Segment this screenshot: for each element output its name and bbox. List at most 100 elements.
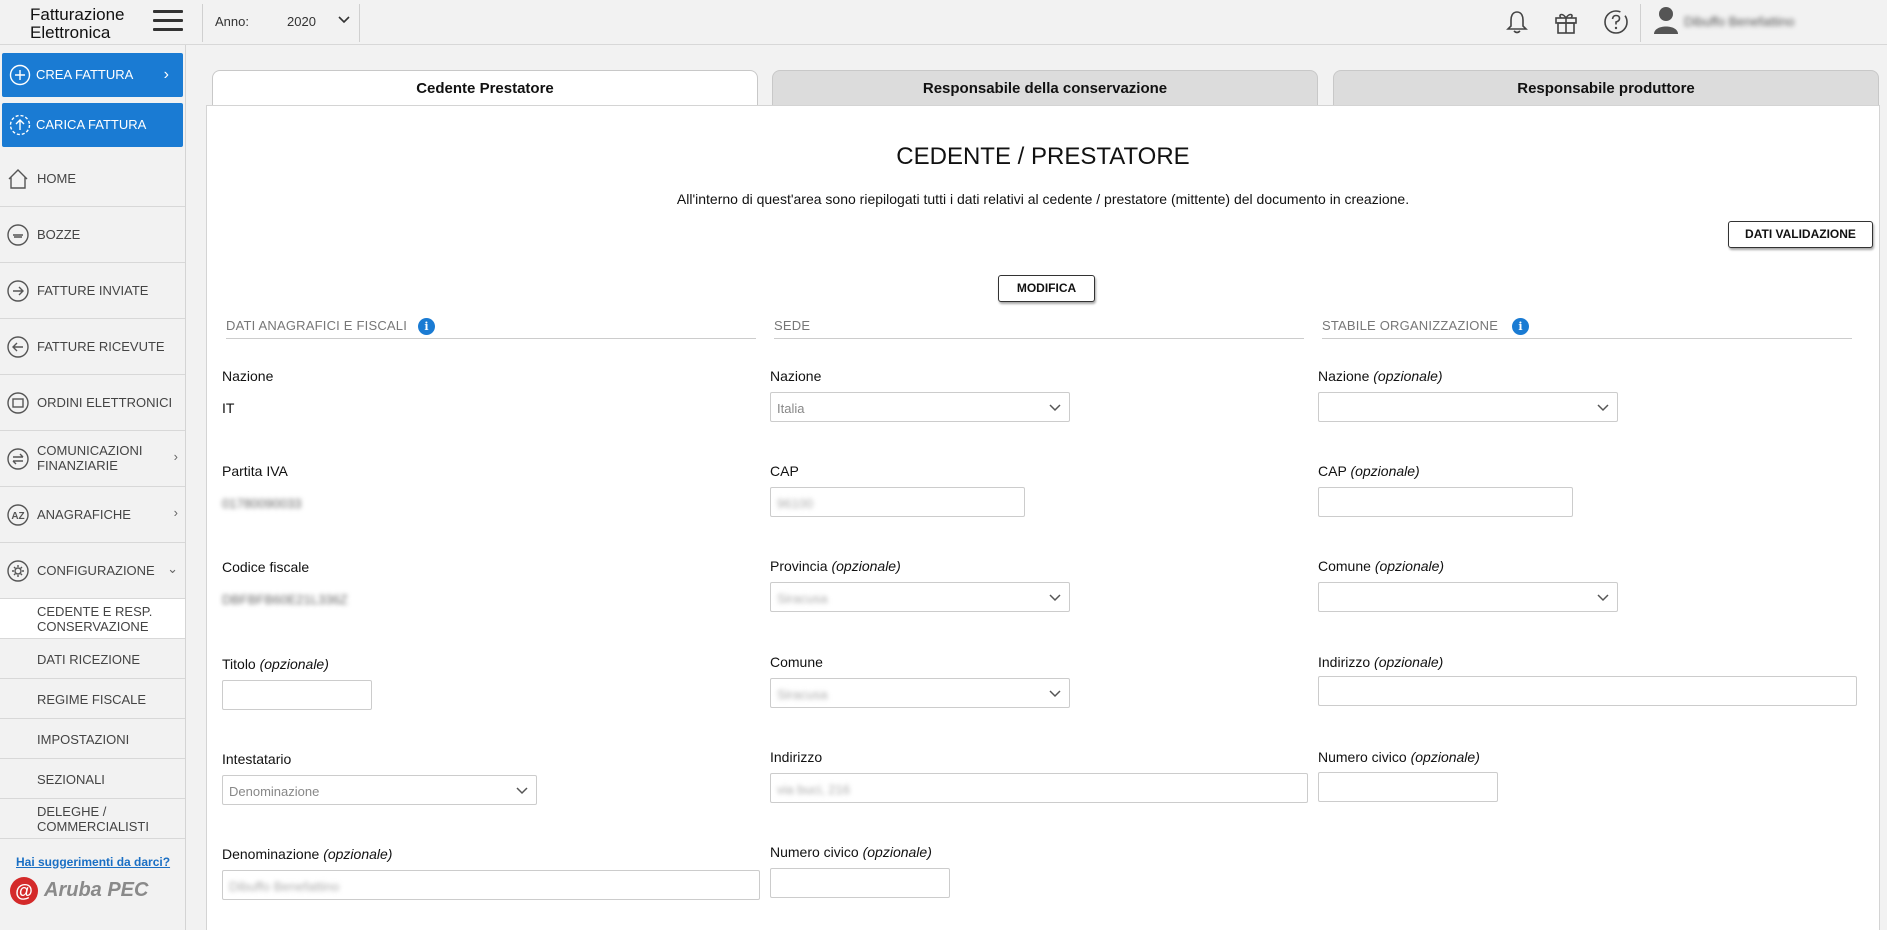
section-header-stabile: STABILE ORGANIZZAZIONE bbox=[1322, 318, 1499, 333]
sidebar-subitem-label: CEDENTE E RESP. CONSERVAZIONE bbox=[37, 604, 153, 634]
section-header-sede: SEDE bbox=[774, 318, 811, 333]
upload-invoice-button[interactable]: CARICA FATTURA bbox=[2, 103, 183, 147]
sidebar-item-comunicazioni[interactable]: COMUNICAZIONI FINANZIARIE › bbox=[0, 431, 185, 487]
sidebar-item-label: ORDINI ELETTRONICI bbox=[37, 395, 173, 410]
year-select[interactable]: 2020 bbox=[287, 14, 316, 29]
sede-indirizzo-label: Indirizzo bbox=[770, 749, 823, 765]
sidebar-item-fatture-ricevute[interactable]: FATTURE RICEVUTE bbox=[0, 319, 185, 375]
sidebar-subitem-impostazioni[interactable]: IMPOSTAZIONI bbox=[0, 719, 185, 759]
intestatario-value: Denominazione bbox=[229, 784, 320, 799]
sede-nazione-label: Nazione bbox=[770, 368, 822, 384]
stabile-cap-field[interactable] bbox=[1318, 487, 1573, 517]
tab-responsabile-conservazione[interactable]: Responsabile della conservazione bbox=[772, 70, 1318, 106]
chevron-down-icon bbox=[1049, 404, 1061, 412]
chevron-right-icon: › bbox=[163, 66, 169, 83]
create-invoice-button[interactable]: CREA FATTURA › bbox=[2, 53, 183, 97]
modifica-button[interactable]: MODIFICA bbox=[998, 275, 1095, 302]
sidebar-subitem-dati-ricezione[interactable]: DATI RICEZIONE bbox=[0, 639, 185, 679]
partita-iva-value: 01780090033 bbox=[222, 496, 302, 511]
orders-icon bbox=[7, 392, 29, 414]
sede-indirizzo-field[interactable]: via buci, 216 bbox=[770, 773, 1308, 803]
info-icon[interactable]: i bbox=[1512, 318, 1529, 335]
app-logo[interactable]: Fatturazione Elettronica bbox=[30, 6, 125, 42]
sede-nazione-value: Italia bbox=[777, 401, 805, 416]
sidebar-subitem-sezionali[interactable]: SEZIONALI bbox=[0, 759, 185, 799]
info-icon[interactable]: i bbox=[418, 318, 435, 335]
main-panel bbox=[206, 105, 1880, 930]
user-name[interactable]: Dibuffo Benefattino bbox=[1684, 14, 1794, 29]
chevron-down-icon[interactable] bbox=[336, 12, 352, 28]
stabile-civico-field[interactable] bbox=[1318, 772, 1498, 802]
user-avatar-icon[interactable] bbox=[1652, 4, 1680, 36]
titolo-field[interactable] bbox=[222, 680, 372, 710]
bell-icon[interactable] bbox=[1503, 8, 1531, 36]
tab-responsabile-produttore[interactable]: Responsabile produttore bbox=[1333, 70, 1879, 106]
dati-validazione-button[interactable]: DATI VALIDAZIONE bbox=[1728, 221, 1873, 248]
chevron-right-icon: › bbox=[173, 449, 178, 464]
chevron-down-icon bbox=[1049, 594, 1061, 602]
stabile-comune-select[interactable] bbox=[1318, 582, 1618, 612]
exchange-icon bbox=[7, 448, 29, 470]
gear-icon bbox=[7, 560, 29, 582]
drafts-icon bbox=[7, 224, 29, 246]
upload-invoice-label: CARICA FATTURA bbox=[36, 117, 147, 132]
sidebar-subitem-label: DELEGHE / COMMERCIALISTI bbox=[37, 804, 149, 834]
page-description: All'interno di quest'area sono riepiloga… bbox=[676, 191, 1410, 207]
section-header-anagrafici: DATI ANAGRAFICI E FISCALI bbox=[226, 318, 408, 333]
tab-cedente-prestatore[interactable]: Cedente Prestatore bbox=[212, 70, 758, 107]
sidebar-item-fatture-inviate[interactable]: FATTURE INVIATE bbox=[0, 263, 185, 319]
svg-text:AZ: AZ bbox=[11, 511, 24, 522]
sede-indirizzo-value: via buci, 216 bbox=[777, 782, 850, 797]
gift-icon[interactable] bbox=[1552, 8, 1580, 36]
sidebar-item-bozze[interactable]: BOZZE bbox=[0, 207, 185, 263]
sede-cap-value: 96100 bbox=[777, 496, 814, 511]
home-icon bbox=[8, 169, 28, 189]
sent-icon bbox=[7, 280, 29, 302]
sede-comune-select[interactable]: Siracusa bbox=[770, 678, 1070, 708]
top-bar: Fatturazione Elettronica Anno: 2020 Dibu… bbox=[0, 0, 1887, 45]
aruba-seal-icon: @ bbox=[10, 877, 38, 905]
sidebar-item-label: FATTURE INVIATE bbox=[37, 283, 149, 298]
sede-cap-field[interactable]: 96100 bbox=[770, 487, 1025, 517]
stabile-indirizzo-label: Indirizzo (opzionale) bbox=[1318, 654, 1444, 670]
svg-text:@: @ bbox=[15, 881, 33, 901]
divider bbox=[359, 4, 360, 42]
sidebar-item-ordini[interactable]: ORDINI ELETTRONICI bbox=[0, 375, 185, 431]
denominazione-field[interactable]: Dibuffo Benefattino bbox=[222, 870, 760, 900]
denominazione-value: Dibuffo Benefattino bbox=[229, 879, 340, 894]
stabile-comune-label: Comune (opzionale) bbox=[1318, 558, 1445, 574]
sidebar-subitem-deleghe[interactable]: DELEGHE / COMMERCIALISTI bbox=[0, 799, 185, 839]
chevron-down-icon bbox=[1597, 404, 1609, 412]
nazione-label: Nazione bbox=[222, 368, 274, 384]
sidebar-subitem-regime-fiscale[interactable]: REGIME FISCALE bbox=[0, 679, 185, 719]
sede-comune-label: Comune bbox=[770, 654, 823, 670]
sidebar-item-label: FATTURE RICEVUTE bbox=[37, 339, 165, 354]
sidebar-item-label: CONFIGURAZIONE bbox=[37, 563, 155, 578]
hamburger-menu-icon[interactable] bbox=[153, 10, 183, 34]
chevron-down-icon bbox=[1049, 690, 1061, 698]
intestatario-select[interactable]: Denominazione bbox=[222, 775, 537, 805]
sidebar: CREA FATTURA › CARICA FATTURA HOME BOZZE… bbox=[0, 45, 186, 930]
titolo-label: Titolo (opzionale) bbox=[222, 656, 329, 672]
sede-civico-field[interactable] bbox=[770, 868, 950, 898]
sede-provincia-label: Provincia (opzionale) bbox=[770, 558, 901, 574]
received-icon bbox=[7, 336, 29, 358]
sede-nazione-select[interactable]: Italia bbox=[770, 392, 1070, 422]
sidebar-item-configurazione[interactable]: CONFIGURAZIONE ⌄ bbox=[0, 543, 185, 599]
nazione-value: IT bbox=[222, 400, 235, 416]
divider bbox=[774, 338, 1304, 339]
sidebar-item-label: BOZZE bbox=[37, 227, 81, 242]
sidebar-subitem-label: REGIME FISCALE bbox=[37, 692, 147, 707]
sidebar-subitem-cedente[interactable]: CEDENTE E RESP. CONSERVAZIONE bbox=[0, 599, 185, 639]
help-icon[interactable] bbox=[1602, 8, 1630, 36]
codice-fiscale-label: Codice fiscale bbox=[222, 559, 310, 575]
sidebar-item-home[interactable]: HOME bbox=[0, 151, 185, 207]
upload-icon bbox=[9, 114, 31, 136]
stabile-nazione-select[interactable] bbox=[1318, 392, 1618, 422]
plus-circle-icon bbox=[9, 64, 31, 86]
stabile-indirizzo-field[interactable] bbox=[1318, 676, 1857, 706]
sidebar-item-anagrafiche[interactable]: AZ ANAGRAFICHE › bbox=[0, 487, 185, 543]
sede-provincia-select[interactable]: Siracusa bbox=[770, 582, 1070, 612]
suggestions-link[interactable]: Hai suggerimenti da darci? bbox=[16, 855, 170, 869]
sidebar-subitem-label: SEZIONALI bbox=[37, 772, 105, 787]
